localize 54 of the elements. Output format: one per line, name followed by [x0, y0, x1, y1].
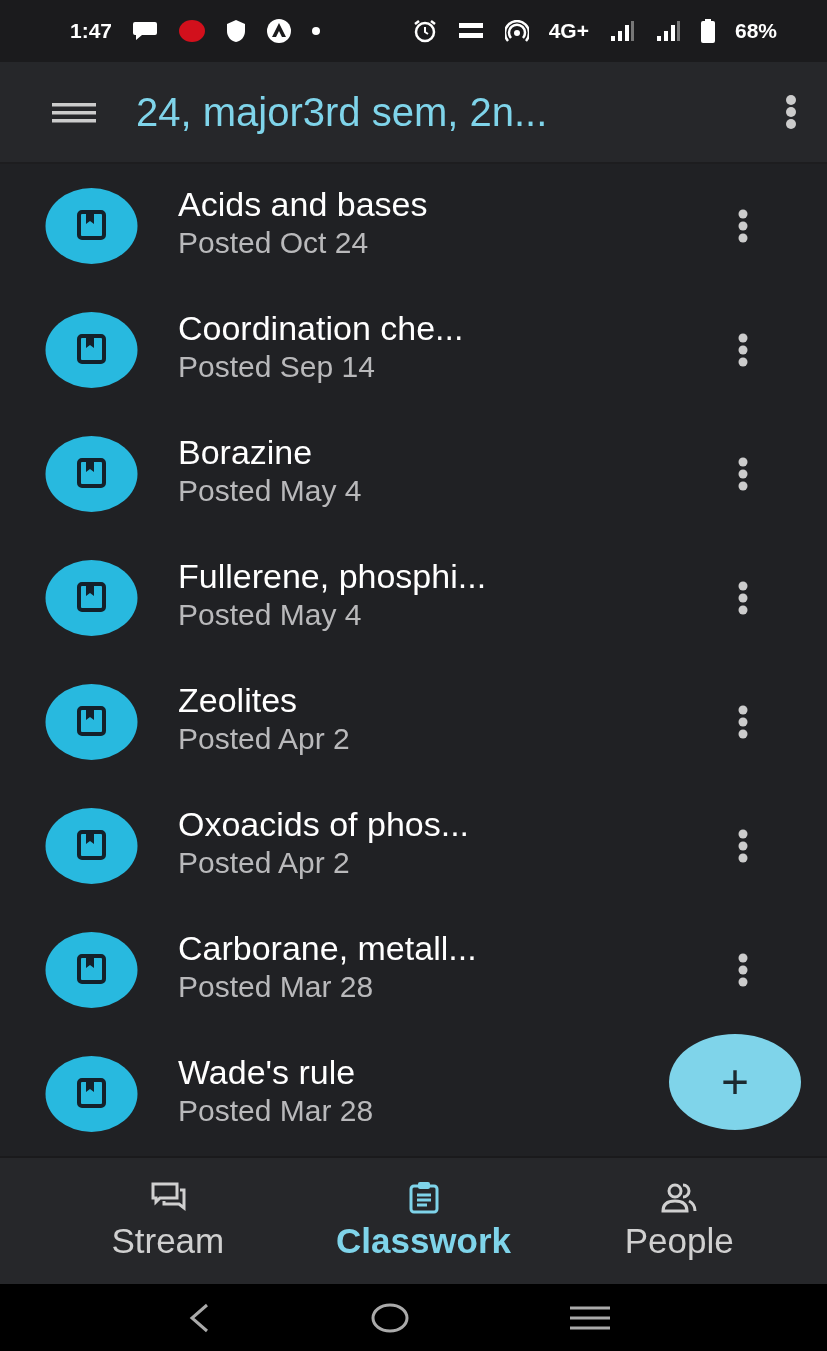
assignment-title[interactable]: Borazine	[178, 432, 313, 472]
battery-icon	[700, 19, 715, 43]
posted-date: Posted Oct 24	[178, 225, 369, 260]
posted-date: Posted Apr 2	[178, 845, 350, 880]
clock-time: 1:47	[70, 19, 113, 43]
more-options-icon[interactable]	[737, 705, 749, 739]
dot-icon	[312, 27, 321, 35]
more-options-icon[interactable]	[737, 581, 749, 615]
hotspot-icon	[504, 20, 529, 42]
posted-date: Posted May 4	[178, 473, 362, 508]
app-badge-icon	[178, 19, 207, 43]
assignment-title[interactable]: Oxoacids of phos...	[178, 804, 470, 844]
battery-percent: 68%	[734, 19, 777, 43]
nav-tab[interactable]: People	[551, 1158, 807, 1284]
nav-tab[interactable]: Classwork	[295, 1158, 552, 1284]
more-options-icon[interactable]	[737, 333, 749, 367]
people-icon	[661, 1181, 698, 1215]
recents-icon[interactable]	[569, 1304, 610, 1331]
assignment-icon[interactable]	[45, 311, 138, 389]
assignment-icon[interactable]	[45, 807, 138, 885]
posted-date: Posted Sep 14	[178, 349, 375, 384]
assignment-title[interactable]: Carborane, metall...	[178, 928, 477, 968]
class-title: 24, major3rd sem, 2n...	[136, 89, 549, 135]
triangle-logo-icon	[266, 18, 293, 44]
posted-date: Posted Apr 2	[178, 721, 350, 756]
assignment-title[interactable]: Fullerene, phosphi...	[178, 556, 487, 596]
more-options-icon[interactable]	[737, 829, 749, 863]
posted-date: Posted Mar 28	[178, 1093, 374, 1128]
posted-date: Posted May 4	[178, 597, 362, 632]
nav-tab[interactable]: Stream	[40, 1158, 296, 1284]
more-options-icon[interactable]	[785, 94, 797, 130]
signal-icon	[608, 20, 635, 42]
chat-icon	[132, 20, 159, 42]
assignment-icon[interactable]	[45, 435, 138, 513]
assignment-title[interactable]: Acids and bases	[178, 184, 428, 224]
assignment-icon[interactable]	[45, 931, 138, 1009]
shield-icon	[226, 19, 247, 43]
assignment-icon[interactable]	[45, 187, 138, 265]
signal-icon	[654, 20, 681, 42]
more-options-icon[interactable]	[737, 953, 749, 987]
network-type: 4G+	[548, 19, 589, 43]
back-icon[interactable]	[187, 1301, 210, 1334]
assignment-title[interactable]: Wade's rule	[178, 1052, 356, 1092]
add-button[interactable]: +	[669, 1034, 801, 1130]
home-icon[interactable]	[369, 1301, 410, 1334]
assignment-icon[interactable]	[45, 559, 138, 637]
assignment-title[interactable]: Coordination che...	[178, 308, 464, 348]
alarm-icon	[412, 19, 437, 43]
assignment-icon[interactable]	[45, 683, 138, 761]
assignment-title[interactable]: Zeolites	[178, 680, 298, 720]
assignment-icon[interactable]	[45, 1055, 138, 1133]
posted-date: Posted Mar 28	[178, 969, 374, 1004]
more-options-icon[interactable]	[737, 209, 749, 243]
more-options-icon[interactable]	[737, 457, 749, 491]
